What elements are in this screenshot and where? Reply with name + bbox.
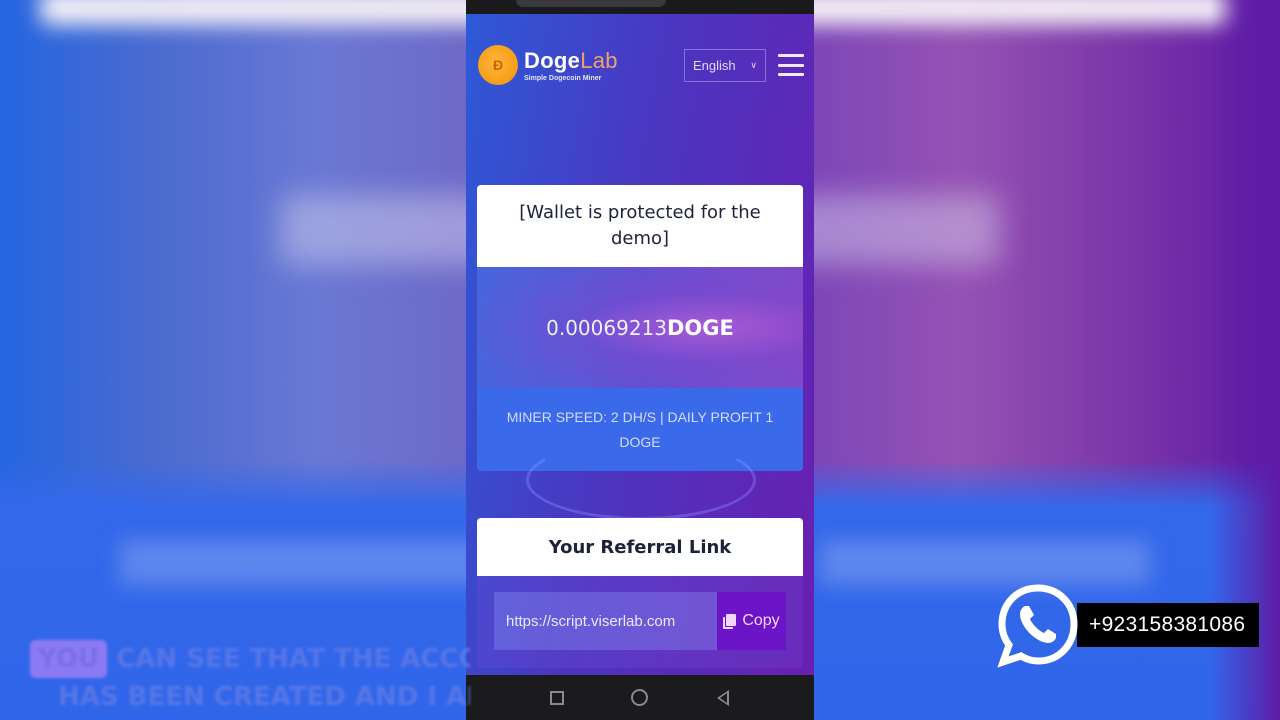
wallet-card: [Wallet is protected for the demo] 0.000… <box>477 185 803 471</box>
referral-card: Your Referral Link Copy <box>477 518 803 668</box>
recents-button[interactable] <box>545 686 569 710</box>
chevron-down-icon: ∨ <box>750 59 757 70</box>
android-navigation-bar <box>466 675 814 720</box>
square-icon <box>550 690 565 705</box>
whatsapp-contact-overlay: +923158381086 <box>995 582 1260 668</box>
wallet-balance: 0.00069213DOGE <box>546 316 734 340</box>
brand-name: DogeLab <box>524 47 618 73</box>
menu-bar <box>778 63 804 67</box>
blurred-ghost-right <box>820 540 1150 585</box>
caption-highlight: YOU <box>30 640 108 678</box>
status-bar <box>466 0 814 14</box>
language-select[interactable]: English ∨ <box>684 48 766 82</box>
circle-icon <box>631 689 649 706</box>
copy-icon <box>723 613 737 629</box>
decorative-arc <box>526 440 756 520</box>
menu-bar <box>778 54 804 57</box>
video-caption: YOU CAN SEE THAT THE ACCOUNT HAS BEEN CR… <box>30 640 470 716</box>
doge-coin-icon: Ð <box>478 45 518 85</box>
copy-label: Copy <box>742 612 780 629</box>
caption-text-1: CAN SEE THAT THE ACCOUNT <box>116 644 470 674</box>
home-button[interactable] <box>628 686 652 710</box>
referral-link-row: Copy <box>494 592 786 650</box>
dogelab-logo[interactable]: Ð DogeLab Simple Dogecoin Miner <box>478 45 618 85</box>
hamburger-menu-icon[interactable] <box>778 54 804 76</box>
brand-name-primary: Doge <box>524 47 581 73</box>
logo-text: DogeLab Simple Dogecoin Miner <box>524 47 618 82</box>
camera-notch <box>516 0 666 7</box>
whatsapp-icon <box>995 582 1081 668</box>
wallet-balance-panel: 0.00069213DOGE <box>477 267 803 388</box>
menu-bar <box>778 73 804 76</box>
referral-title: Your Referral Link <box>477 518 803 576</box>
brand-tagline: Simple Dogecoin Miner <box>524 74 602 82</box>
caption-line-1: YOU CAN SEE THAT THE ACCOUNT <box>30 640 470 678</box>
referral-link-input[interactable] <box>494 592 717 650</box>
brand-name-accent: Lab <box>580 47 618 73</box>
site-header: Ð DogeLab Simple Dogecoin Miner English … <box>478 40 804 90</box>
triangle-back-icon <box>716 689 729 706</box>
caption-line-2: HAS BEEN CREATED AND I AM <box>58 682 470 712</box>
balance-amount: 0.00069213 <box>546 315 667 340</box>
balance-unit: DOGE <box>667 315 734 340</box>
back-button[interactable] <box>711 686 735 710</box>
whatsapp-number: +923158381086 <box>1077 603 1260 647</box>
copy-button[interactable]: Copy <box>717 592 786 650</box>
phone-screen: Ð DogeLab Simple Dogecoin Miner English … <box>466 0 814 720</box>
wallet-notice: [Wallet is protected for the demo] <box>477 185 803 267</box>
language-selected: English <box>693 57 736 73</box>
